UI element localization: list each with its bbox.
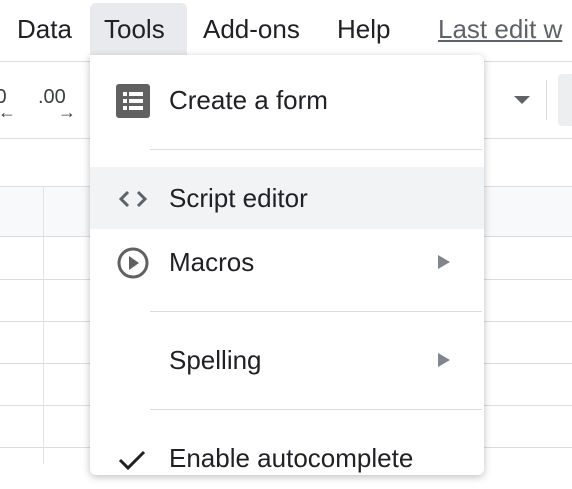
menu-item-label: Script editor	[169, 183, 308, 213]
dropdown-caret-icon[interactable]	[514, 96, 530, 104]
tools-dropdown-menu: Create a form Script editor Macros Spell…	[90, 55, 484, 475]
menu-help[interactable]: Help	[337, 8, 390, 50]
menu-separator	[150, 311, 482, 312]
menu-item-label: Enable autocomplete	[169, 443, 414, 473]
menu-add-ons[interactable]: Add-ons	[203, 8, 300, 50]
menu-item-label: Macros	[169, 247, 255, 277]
menu-item-create-form[interactable]: Create a form	[90, 69, 484, 131]
code-icon	[118, 190, 148, 208]
menu-bar: Data Tools Add-ons Help Last edit w	[0, 0, 572, 58]
menu-item-macros[interactable]: Macros	[90, 231, 484, 293]
menu-item-spelling[interactable]: Spelling	[90, 329, 484, 391]
submenu-arrow-icon	[438, 255, 450, 269]
increase-decimal-button[interactable]: .00 →	[38, 86, 78, 122]
menu-separator	[150, 409, 482, 410]
toolbar-button[interactable]	[558, 74, 572, 126]
arrow-right-icon: →	[58, 102, 76, 122]
menu-item-enable-autocomplete[interactable]: Enable autocomplete	[90, 427, 484, 489]
last-edit-link[interactable]: Last edit w	[438, 8, 562, 50]
menu-separator	[150, 149, 482, 150]
menu-data[interactable]: Data	[17, 8, 72, 50]
play-circle-icon	[117, 247, 149, 279]
submenu-arrow-icon	[438, 353, 450, 367]
menu-tools[interactable]: Tools	[104, 8, 165, 50]
arrow-left-icon: ←	[0, 102, 16, 122]
form-icon	[116, 84, 150, 118]
toolbar-divider	[546, 80, 547, 120]
menu-item-label: Spelling	[169, 345, 262, 375]
row-header-divider	[43, 186, 44, 464]
menu-item-label: Create a form	[169, 85, 328, 115]
menu-item-script-editor[interactable]: Script editor	[90, 167, 484, 229]
checkmark-icon	[118, 450, 146, 471]
decrease-decimal-button[interactable]: .0 ←	[0, 86, 20, 122]
